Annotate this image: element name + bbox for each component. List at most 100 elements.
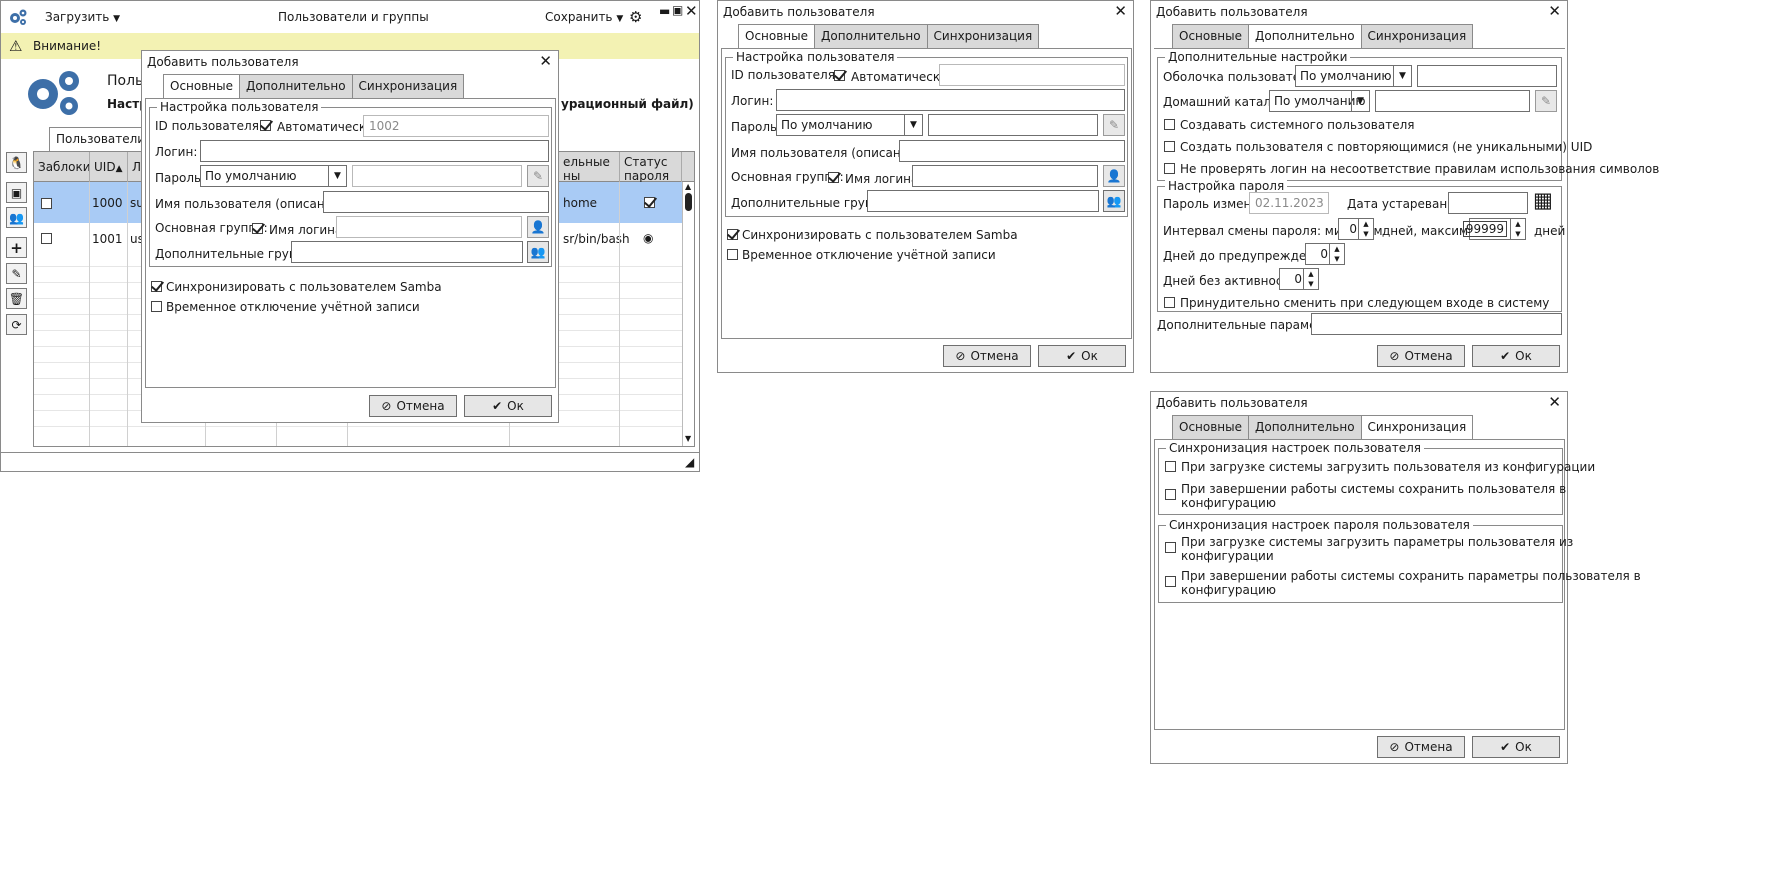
load-user-checkbox[interactable] bbox=[1165, 461, 1176, 472]
tab-sync[interactable]: Синхронизация bbox=[926, 24, 1040, 49]
login-field[interactable] bbox=[200, 140, 549, 162]
save-menu[interactable]: Сохранить ▼ bbox=[545, 10, 623, 24]
ok-button[interactable]: ✔ Ок bbox=[1472, 345, 1560, 367]
disable-account-checkbox[interactable] bbox=[727, 249, 738, 260]
tab-advanced[interactable]: Дополнительно bbox=[1248, 24, 1362, 49]
tab-basic[interactable]: Основные bbox=[1172, 24, 1250, 49]
tab-sync[interactable]: Синхронизация bbox=[351, 74, 465, 99]
col-locked[interactable]: Заблокир bbox=[34, 152, 90, 182]
load-params-checkbox[interactable] bbox=[1165, 542, 1176, 553]
tab-advanced[interactable]: Дополнительно bbox=[814, 24, 928, 49]
main-group-field[interactable] bbox=[336, 216, 522, 238]
disable-account-checkbox[interactable] bbox=[151, 301, 162, 312]
minimize-icon[interactable]: ▬ bbox=[659, 4, 670, 18]
maximize-icon[interactable]: ▣ bbox=[672, 3, 683, 17]
extra-params-field[interactable] bbox=[1311, 313, 1562, 335]
login-name-checkbox[interactable] bbox=[252, 223, 263, 234]
col-uid[interactable]: UID▲ bbox=[90, 152, 128, 182]
name-field[interactable] bbox=[323, 191, 549, 213]
stepper-arrows-icon[interactable]: ▲ ▼ bbox=[1303, 269, 1318, 289]
add-user-button[interactable]: + bbox=[6, 237, 27, 258]
scroll-down-icon[interactable]: ▼ bbox=[685, 434, 691, 443]
login-name-checkbox[interactable] bbox=[828, 172, 839, 183]
tab-basic[interactable]: Основные bbox=[738, 24, 816, 49]
tab-sync[interactable]: Синхронизация bbox=[1360, 415, 1474, 440]
col-password-status[interactable]: Статус пароля bbox=[620, 152, 682, 182]
lock-checkbox[interactable] bbox=[41, 233, 52, 244]
calendar-icon[interactable]: ▦ bbox=[1533, 189, 1553, 212]
lock-checkbox[interactable] bbox=[41, 198, 52, 209]
edit-user-button[interactable]: ✎ bbox=[6, 263, 27, 284]
login-field[interactable] bbox=[776, 89, 1125, 111]
user-icon[interactable]: 👤 bbox=[527, 216, 549, 238]
cancel-button[interactable]: ⊘ Отмена bbox=[943, 345, 1031, 367]
inactive-days-stepper[interactable]: 0 ▲ ▼ bbox=[1279, 268, 1319, 290]
auto-uid-checkbox[interactable] bbox=[260, 120, 271, 131]
force-change-checkbox[interactable] bbox=[1164, 297, 1175, 308]
groups-icon[interactable]: 👥 bbox=[1103, 190, 1125, 212]
system-user-checkbox[interactable] bbox=[1164, 119, 1175, 130]
password-select[interactable]: По умолчанию ▼ bbox=[776, 114, 923, 136]
close-icon[interactable]: ✕ bbox=[539, 54, 552, 69]
home-field[interactable] bbox=[1375, 90, 1530, 112]
tab-sync[interactable]: Синхронизация bbox=[1360, 24, 1474, 49]
group-users-button[interactable]: 👥 bbox=[6, 207, 27, 228]
ok-button[interactable]: ✔ Ок bbox=[1472, 736, 1560, 758]
cancel-button[interactable]: ⊘ Отмена bbox=[1377, 736, 1465, 758]
extra-groups-field[interactable] bbox=[867, 190, 1099, 212]
edit-home-icon[interactable]: ✎ bbox=[1535, 90, 1557, 112]
close-icon[interactable]: ✕ bbox=[1114, 4, 1127, 19]
warn-days-stepper[interactable]: 0 ▲ ▼ bbox=[1305, 243, 1345, 265]
main-group-field[interactable] bbox=[912, 165, 1098, 187]
password-field[interactable] bbox=[928, 114, 1098, 136]
shell-field[interactable] bbox=[1417, 65, 1557, 87]
auto-uid-checkbox[interactable] bbox=[834, 70, 845, 81]
duplicate-uid-checkbox[interactable] bbox=[1164, 141, 1175, 152]
tab-advanced[interactable]: Дополнительно bbox=[1248, 415, 1362, 440]
vertical-scrollbar[interactable]: ▲ ▼ bbox=[682, 182, 694, 446]
cancel-button[interactable]: ⊘ Отмена bbox=[1377, 345, 1465, 367]
uid-field[interactable] bbox=[939, 64, 1125, 86]
ok-button[interactable]: ✔ Ок bbox=[464, 395, 552, 417]
delete-user-button[interactable]: 🗑 bbox=[6, 288, 27, 309]
password-changed-field[interactable]: 02.11.2023 bbox=[1249, 192, 1329, 214]
load-menu[interactable]: Загрузить ▼ bbox=[45, 10, 120, 24]
samba-checkbox[interactable] bbox=[151, 281, 162, 292]
min-days-stepper[interactable]: 0 ▲ ▼ bbox=[1338, 218, 1374, 240]
extra-groups-field[interactable] bbox=[291, 241, 523, 263]
scroll-up-icon[interactable]: ▲ bbox=[685, 182, 691, 191]
user-card-button[interactable]: ▣ bbox=[6, 182, 27, 203]
tab-basic[interactable]: Основные bbox=[1172, 415, 1250, 440]
name-field[interactable] bbox=[899, 140, 1125, 162]
stepper-arrows-icon[interactable]: ▲ ▼ bbox=[1358, 219, 1373, 239]
tab-basic[interactable]: Основные bbox=[163, 74, 241, 99]
expire-field[interactable] bbox=[1448, 192, 1528, 214]
tab-advanced[interactable]: Дополнительно bbox=[239, 74, 353, 99]
close-icon[interactable]: ✕ bbox=[1548, 4, 1561, 19]
scroll-thumb[interactable] bbox=[685, 193, 692, 211]
max-days-stepper[interactable]: 99999 ▲ ▼ bbox=[1462, 218, 1526, 240]
settings-gear-icon[interactable]: ⚙ bbox=[629, 8, 642, 26]
stepper-arrows-icon[interactable]: ▲ ▼ bbox=[1510, 219, 1525, 239]
edit-password-icon[interactable]: ✎ bbox=[527, 165, 549, 187]
ok-button[interactable]: ✔ Ок bbox=[1038, 345, 1126, 367]
shell-select[interactable]: По умолчанию ▼ bbox=[1295, 65, 1412, 87]
refresh-button[interactable]: ⟳ bbox=[6, 314, 27, 335]
password-field[interactable] bbox=[352, 165, 522, 187]
close-icon[interactable]: ✕ bbox=[1548, 395, 1561, 410]
edit-password-icon[interactable]: ✎ bbox=[1103, 114, 1125, 136]
root-user-button[interactable]: 🐧 bbox=[6, 152, 27, 173]
save-params-checkbox[interactable] bbox=[1165, 576, 1176, 587]
resize-grip-icon[interactable]: ◢ bbox=[685, 455, 694, 469]
no-check-login-checkbox[interactable] bbox=[1164, 163, 1175, 174]
stepper-arrows-icon[interactable]: ▲ ▼ bbox=[1329, 244, 1344, 264]
user-icon[interactable]: 👤 bbox=[1103, 165, 1125, 187]
samba-checkbox[interactable] bbox=[727, 229, 738, 240]
home-select[interactable]: По умолчанию ▼ bbox=[1269, 90, 1370, 112]
close-icon[interactable]: ✕ bbox=[685, 2, 698, 20]
password-select[interactable]: По умолчанию ▼ bbox=[200, 165, 347, 187]
tab-users[interactable]: Пользователи bbox=[49, 127, 153, 152]
save-user-checkbox[interactable] bbox=[1165, 489, 1176, 500]
cancel-button[interactable]: ⊘ Отмена bbox=[369, 395, 457, 417]
groups-icon[interactable]: 👥 bbox=[527, 241, 549, 263]
